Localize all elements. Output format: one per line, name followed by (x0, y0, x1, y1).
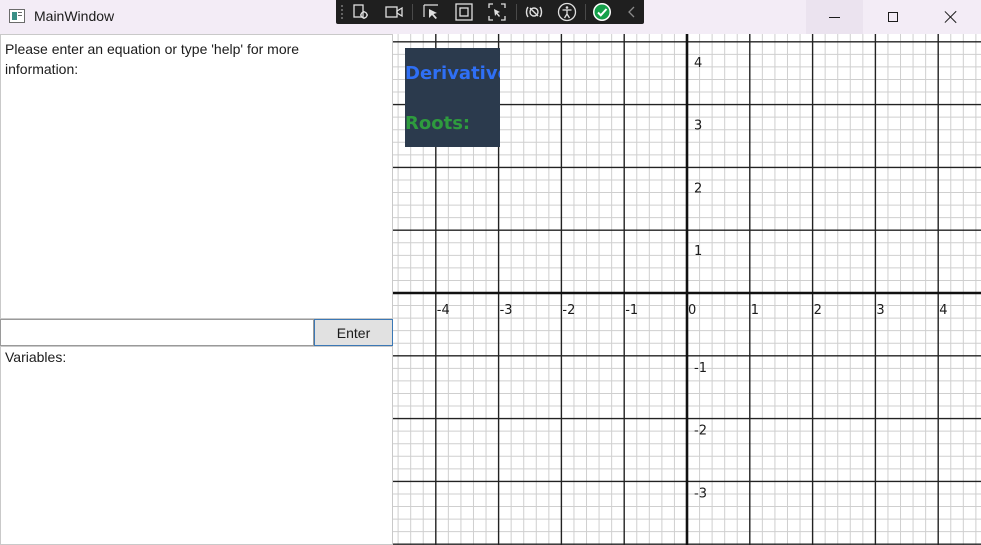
collapse-chevron-icon[interactable] (622, 2, 642, 22)
debug-toolbar (336, 0, 644, 24)
x-tick-label: 4 (939, 303, 947, 318)
minimize-button[interactable] (806, 0, 863, 34)
binding-failures-icon[interactable] (524, 2, 544, 22)
y-tick-label: 3 (694, 119, 702, 134)
y-tick-label: 2 (694, 181, 702, 196)
live-preview-icon[interactable] (384, 2, 404, 22)
x-tick-label: 2 (814, 303, 822, 318)
x-tick-label: -1 (625, 303, 638, 318)
enter-button[interactable]: Enter (314, 319, 393, 346)
variables-area[interactable]: Variables: (0, 346, 393, 545)
output-area[interactable]: Please enter an equation or type 'help' … (0, 34, 393, 319)
select-element-icon[interactable] (351, 2, 371, 22)
x-tick-label: 0 (688, 303, 696, 318)
maximize-button[interactable] (864, 0, 921, 34)
y-tick-label: 4 (694, 56, 702, 71)
x-tick-label: 1 (751, 303, 759, 318)
app-window-icon (9, 9, 25, 23)
y-tick-label: -3 (694, 486, 707, 501)
variables-label: Variables: (5, 349, 67, 365)
track-focus-icon[interactable] (487, 2, 507, 22)
derivative-label: Derivative: (405, 63, 500, 84)
window-title: MainWindow (34, 8, 115, 24)
equation-input[interactable] (0, 319, 314, 346)
close-icon (944, 10, 958, 24)
y-tick-label: -2 (694, 424, 707, 439)
y-tick-label: -1 (694, 361, 707, 376)
toolbar-grip-icon[interactable] (340, 4, 344, 20)
roots-label: Roots: (405, 113, 471, 134)
y-tick-label: 1 (694, 244, 702, 259)
pointer-select-icon[interactable] (422, 2, 442, 22)
accessibility-icon[interactable] (557, 2, 577, 22)
minimize-icon (829, 16, 840, 18)
x-tick-label: 3 (876, 303, 884, 318)
check-mark-icon[interactable] (592, 2, 612, 22)
x-tick-label: -4 (437, 303, 450, 318)
maximize-icon (887, 12, 898, 22)
x-tick-label: -3 (500, 303, 513, 318)
x-tick-label: -2 (562, 303, 575, 318)
close-button[interactable] (922, 0, 979, 34)
info-box: Derivative: Roots: (405, 48, 500, 147)
display-adorners-icon[interactable] (454, 2, 474, 22)
output-text: Please enter an equation or type 'help' … (5, 41, 300, 77)
